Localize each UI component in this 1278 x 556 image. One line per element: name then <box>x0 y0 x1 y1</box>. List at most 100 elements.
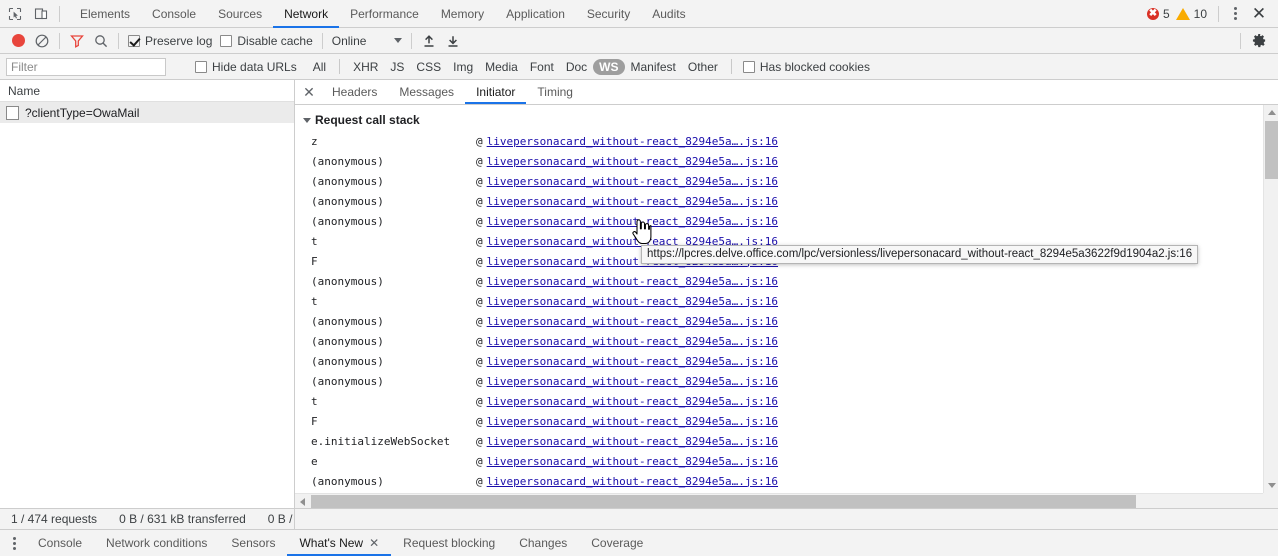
tab-initiator[interactable]: Initiator <box>465 80 527 104</box>
has-blocked-cookies-checkbox[interactable]: Has blocked cookies <box>742 60 870 74</box>
clear-network-log-icon[interactable] <box>30 29 54 53</box>
horizontal-scrollbar[interactable] <box>295 493 1263 508</box>
call-stack-row[interactable]: e @ livepersonacard_without-react_8294e5a…… <box>295 451 1263 471</box>
call-stack-source-link[interactable]: livepersonacard_without-react_8294e5a….j… <box>487 415 778 428</box>
throttling-select[interactable]: Online <box>332 34 403 48</box>
drawer-tab-changes[interactable]: Changes <box>507 530 579 556</box>
search-icon[interactable] <box>89 29 113 53</box>
tab-label: Coverage <box>591 536 644 550</box>
filter-type-doc[interactable]: Doc <box>560 59 593 75</box>
table-row[interactable]: ?clientType=OwaMail <box>0 102 294 123</box>
call-stack-row[interactable]: (anonymous) @ livepersonacard_without-reac… <box>295 471 1263 491</box>
tab-messages[interactable]: Messages <box>388 80 465 104</box>
request-call-stack-header[interactable]: Request call stack <box>295 105 1263 131</box>
tab-memory[interactable]: Memory <box>430 0 495 28</box>
hide-data-urls-checkbox[interactable]: Hide data URLs <box>195 60 297 74</box>
disable-cache-checkbox[interactable]: Disable cache <box>220 34 313 48</box>
import-har-icon[interactable] <box>417 29 441 53</box>
call-stack-row[interactable]: (anonymous) @ livepersonacard_without-reac… <box>295 351 1263 371</box>
call-stack-source-link[interactable]: livepersonacard_without-react_8294e5a….j… <box>487 355 778 368</box>
vertical-scrollbar-thumb[interactable] <box>1265 121 1278 179</box>
call-stack-row[interactable]: z @ livepersonacard_without-react_8294e5a…… <box>295 131 1263 151</box>
call-stack-source-link[interactable]: livepersonacard_without-react_8294e5a….j… <box>487 295 778 308</box>
filter-type-ws[interactable]: WS <box>593 58 625 75</box>
call-stack-source-link[interactable]: livepersonacard_without-react_8294e5a….j… <box>487 375 778 388</box>
tab-elements[interactable]: Elements <box>69 0 141 28</box>
error-counter[interactable]: ✖ 5 <box>1146 7 1170 21</box>
close-detail-icon[interactable]: ✕ <box>297 80 321 104</box>
call-stack-source-link[interactable]: livepersonacard_without-react_8294e5a….j… <box>487 175 778 188</box>
tab-console[interactable]: Console <box>141 0 207 28</box>
tab-label: Changes <box>519 536 568 550</box>
filter-type-manifest[interactable]: Manifest <box>625 59 682 75</box>
tab-application[interactable]: Application <box>495 0 576 28</box>
requests-column-header[interactable]: Name <box>0 80 294 102</box>
call-stack-source-link[interactable]: livepersonacard_without-react_8294e5a….j… <box>487 275 778 288</box>
filter-type-js[interactable]: JS <box>384 59 410 75</box>
filter-type-other[interactable]: Other <box>682 59 724 75</box>
call-stack-row[interactable]: t @ livepersonacard_without-react_8294e5a…… <box>295 391 1263 411</box>
scroll-left-icon[interactable] <box>295 494 310 508</box>
call-stack-function-name: F <box>311 414 318 428</box>
filter-type-all[interactable]: All <box>307 59 332 75</box>
call-stack-source-link[interactable]: livepersonacard_without-react_8294e5a….j… <box>487 195 778 208</box>
more-options-icon[interactable] <box>1224 1 1246 27</box>
drawer-tab-request-blocking[interactable]: Request blocking <box>391 530 507 556</box>
close-devtools-icon[interactable]: ✕ <box>1246 1 1272 27</box>
call-stack-row[interactable]: F @ livepersonacard_without-react_8294e5a…… <box>295 411 1263 431</box>
call-stack-source-link[interactable]: livepersonacard_without-react_8294e5a….j… <box>487 155 778 168</box>
warning-counter[interactable]: 10 <box>1175 7 1207 21</box>
tab-audits[interactable]: Audits <box>641 0 696 28</box>
vertical-scrollbar[interactable] <box>1263 105 1278 493</box>
filter-icon[interactable] <box>65 29 89 53</box>
call-stack-source-link[interactable]: livepersonacard_without-react_8294e5a….j… <box>487 315 778 328</box>
drawer-tab-console[interactable]: Console <box>26 530 94 556</box>
device-toolbar-icon[interactable] <box>28 1 54 27</box>
filter-type-img[interactable]: Img <box>447 59 479 75</box>
export-har-icon[interactable] <box>441 29 465 53</box>
call-stack-row[interactable]: (anonymous) @ livepersonacard_without-reac… <box>295 311 1263 331</box>
scroll-down-icon[interactable] <box>1264 478 1278 493</box>
call-stack-row[interactable]: e.initializeWebSocket @ livepersonacard_wi… <box>295 431 1263 451</box>
call-stack-row[interactable]: t @ livepersonacard_without-react_8294e5a…… <box>295 291 1263 311</box>
drawer-tab-network-conditions[interactable]: Network conditions <box>94 530 219 556</box>
call-stack-row[interactable]: (anonymous) @ livepersonacard_without-reac… <box>295 151 1263 171</box>
drawer-tab-coverage[interactable]: Coverage <box>579 530 655 556</box>
inspect-element-icon[interactable] <box>2 1 28 27</box>
tab-performance[interactable]: Performance <box>339 0 430 28</box>
filter-type-label: CSS <box>416 59 442 74</box>
call-stack-row[interactable]: (anonymous) @ livepersonacard_without-reac… <box>295 331 1263 351</box>
record-button-icon[interactable] <box>6 29 30 53</box>
filter-input[interactable] <box>6 57 166 76</box>
drawer-tab-sensors[interactable]: Sensors <box>219 530 287 556</box>
tab-headers[interactable]: Headers <box>321 80 388 104</box>
call-stack-row[interactable]: (anonymous) @ livepersonacard_without-reac… <box>295 191 1263 211</box>
call-stack-source-link[interactable]: livepersonacard_without-react_8294e5a….j… <box>487 215 778 228</box>
gear-icon[interactable] <box>1246 28 1272 54</box>
tab-timing[interactable]: Timing <box>526 80 584 104</box>
preserve-log-checkbox[interactable]: Preserve log <box>128 34 212 48</box>
call-stack-source-link[interactable]: livepersonacard_without-react_8294e5a….j… <box>487 135 778 148</box>
filter-type-xhr[interactable]: XHR <box>347 59 384 75</box>
filter-type-media[interactable]: Media <box>479 59 524 75</box>
call-stack-source-link[interactable]: livepersonacard_without-react_8294e5a….j… <box>487 475 778 488</box>
call-stack-row[interactable]: (anonymous) @ livepersonacard_without-reac… <box>295 371 1263 391</box>
call-stack-source-link[interactable]: livepersonacard_without-react_8294e5a….j… <box>487 435 778 448</box>
drawer-tab-whats-new[interactable]: What's New ✕ <box>287 530 391 556</box>
scroll-up-icon[interactable] <box>1264 105 1278 120</box>
filter-type-font[interactable]: Font <box>524 59 560 75</box>
tab-network[interactable]: Network <box>273 0 340 28</box>
call-stack-source-link[interactable]: livepersonacard_without-react_8294e5a….j… <box>487 395 778 408</box>
close-tab-icon[interactable]: ✕ <box>369 536 379 550</box>
call-stack-row[interactable]: (anonymous) @ livepersonacard_without-reac… <box>295 171 1263 191</box>
call-stack-row[interactable]: (anonymous) @ livepersonacard_without-reac… <box>295 211 1263 231</box>
filter-type-css[interactable]: CSS <box>410 59 447 75</box>
tab-sources[interactable]: Sources <box>207 0 273 28</box>
call-stack-source-link[interactable]: livepersonacard_without-react_8294e5a….j… <box>487 335 778 348</box>
horizontal-scrollbar-thumb[interactable] <box>311 495 1136 508</box>
call-stack-row[interactable]: (anonymous) @ livepersonacard_without-reac… <box>295 271 1263 291</box>
network-status-bar: 1 / 474 requests 0 B / 631 kB transferre… <box>0 508 1278 529</box>
tab-security[interactable]: Security <box>576 0 641 28</box>
drawer-more-options-icon[interactable] <box>2 530 26 556</box>
call-stack-source-link[interactable]: livepersonacard_without-react_8294e5a….j… <box>487 455 778 468</box>
